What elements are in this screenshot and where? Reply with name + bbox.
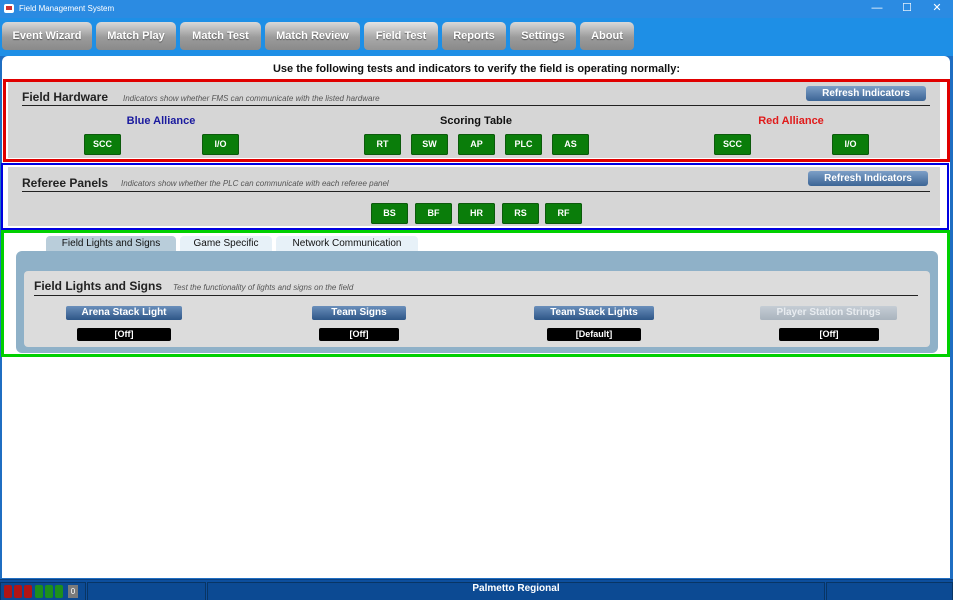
nav-about[interactable]: About: [580, 22, 634, 50]
minimize-button[interactable]: —: [862, 0, 892, 18]
field-lights-highlight: [1, 230, 950, 357]
status-segment: [87, 582, 206, 600]
nav-match-play[interactable]: Match Play: [96, 22, 176, 50]
title-bar: Field Management System — ☐ ✕: [0, 0, 953, 18]
event-name: Palmetto Regional: [472, 583, 560, 594]
nav-settings[interactable]: Settings: [510, 22, 576, 50]
status-led-icon: [4, 585, 12, 598]
maximize-button[interactable]: ☐: [892, 0, 922, 18]
nav-field-test[interactable]: Field Test: [364, 22, 438, 50]
status-segment: [826, 582, 953, 600]
close-button[interactable]: ✕: [922, 0, 952, 18]
nav-match-test[interactable]: Match Test: [180, 22, 261, 50]
status-led-icon: [35, 585, 43, 598]
instructions-text: Use the following tests and indicators t…: [272, 63, 681, 75]
status-counter: 0: [68, 585, 78, 598]
nav-reports[interactable]: Reports: [442, 22, 506, 50]
status-bar: 0 Palmetto Regional: [0, 579, 953, 600]
referee-panels-highlight: [1, 163, 949, 230]
nav-match-review[interactable]: Match Review: [265, 22, 360, 50]
main-nav: Event Wizard Match Play Match Test Match…: [0, 18, 953, 56]
status-led-icon: [55, 585, 63, 598]
status-led-icon: [45, 585, 53, 598]
status-led-icon: [24, 585, 32, 598]
status-led-icon: [14, 585, 22, 598]
app-logo-icon: [4, 4, 14, 13]
window-title: Field Management System: [19, 4, 115, 13]
field-hardware-highlight: [3, 79, 950, 162]
nav-event-wizard[interactable]: Event Wizard: [2, 22, 92, 50]
